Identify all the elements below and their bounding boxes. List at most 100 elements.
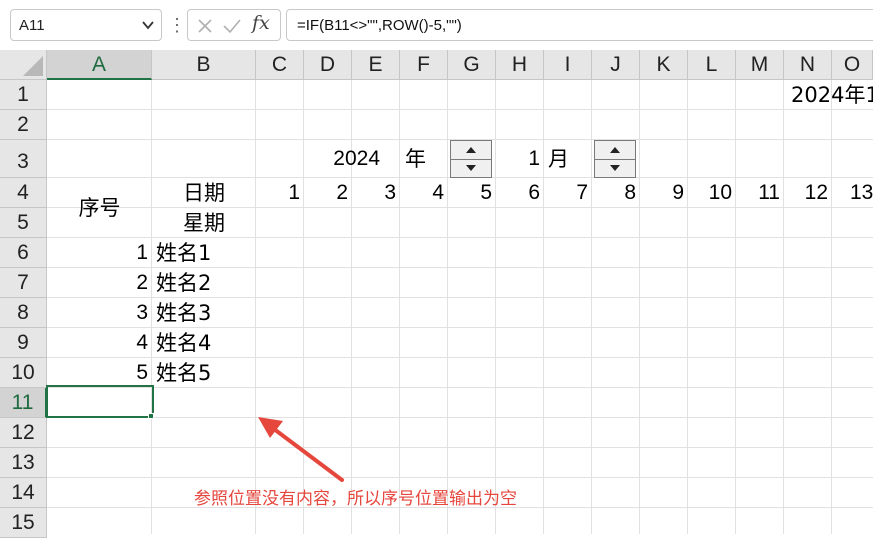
row-header-6[interactable]: 6: [0, 238, 47, 268]
index-cell[interactable]: 5: [47, 358, 148, 388]
more-options-icon[interactable]: ⋮: [168, 13, 186, 37]
insert-function-button[interactable]: fx: [252, 12, 270, 34]
triangle-down-icon: [610, 165, 620, 171]
day-number-cell[interactable]: 5: [448, 178, 492, 208]
day-number-cell[interactable]: 2: [304, 178, 348, 208]
month-spinner[interactable]: [594, 140, 636, 178]
column-header-k[interactable]: K: [640, 50, 688, 80]
cancel-icon[interactable]: [196, 17, 214, 35]
day-number-cell[interactable]: 8: [592, 178, 636, 208]
day-number-cell[interactable]: 7: [544, 178, 588, 208]
month-spin-down-button[interactable]: [595, 159, 635, 177]
column-header-e[interactable]: E: [352, 50, 400, 80]
gridline: [591, 80, 592, 534]
chevron-down-icon[interactable]: [141, 18, 155, 32]
gridline: [543, 80, 544, 534]
gridline: [735, 80, 736, 534]
column-header-c[interactable]: C: [256, 50, 304, 80]
month-spin-up-button[interactable]: [595, 141, 635, 160]
index-cell[interactable]: 3: [47, 298, 148, 328]
row-header-13[interactable]: 13: [0, 448, 47, 478]
name-cell[interactable]: 姓名5: [156, 358, 256, 388]
row-header-9[interactable]: 9: [0, 328, 47, 358]
gridline: [47, 477, 873, 478]
row-header-14[interactable]: 14: [0, 478, 47, 508]
row-header-2[interactable]: 2: [0, 110, 47, 140]
day-number-cell[interactable]: 11: [736, 178, 780, 208]
formula-bar: A11 ⋮ fx =IF(B11<>"",ROW()-5,""): [0, 0, 873, 50]
gridline: [47, 109, 873, 110]
name-cell[interactable]: 姓名4: [156, 328, 256, 358]
gridline: [399, 80, 400, 534]
column-header-b[interactable]: B: [152, 50, 256, 80]
gridline: [495, 80, 496, 534]
name-cell[interactable]: 姓名3: [156, 298, 256, 328]
select-all-corner[interactable]: [0, 50, 47, 80]
column-header-l[interactable]: L: [688, 50, 736, 80]
column-header-n[interactable]: N: [784, 50, 832, 80]
cell-n1-title[interactable]: 2024年1: [791, 80, 873, 110]
day-number-cell[interactable]: 9: [640, 178, 684, 208]
day-number-cell[interactable]: 10: [688, 178, 732, 208]
row-header-3[interactable]: 3: [0, 140, 47, 178]
annotation-text: 参照位置没有内容，所以序号位置输出为空: [194, 489, 517, 509]
index-cell[interactable]: 2: [47, 268, 148, 298]
row-header-11[interactable]: 11: [0, 388, 47, 418]
column-header-f[interactable]: F: [400, 50, 448, 80]
column-header-d[interactable]: D: [304, 50, 352, 80]
name-box-value: A11: [19, 17, 45, 34]
column-header-o[interactable]: O: [832, 50, 873, 80]
day-number-cell[interactable]: 1: [256, 178, 300, 208]
column-header-j[interactable]: J: [592, 50, 640, 80]
row-header-5[interactable]: 5: [0, 208, 47, 238]
gridline: [47, 417, 873, 418]
cell-b4-date-header[interactable]: 日期: [152, 178, 256, 208]
triangle-up-icon: [466, 147, 476, 153]
cell-i3-month[interactable]: 1: [500, 144, 540, 174]
cell-f3-year-label: 年: [405, 147, 426, 171]
cell-a4-index-header[interactable]: 序号: [47, 193, 152, 223]
row-header-12[interactable]: 12: [0, 418, 47, 448]
name-cell[interactable]: 姓名2: [156, 268, 256, 298]
check-icon[interactable]: [222, 17, 242, 35]
selected-cell-a11[interactable]: [46, 385, 154, 418]
gridline: [639, 80, 640, 534]
name-cell[interactable]: 姓名1: [156, 238, 256, 268]
day-number-cell[interactable]: 13: [850, 178, 873, 208]
cell-d3-year[interactable]: 2024: [304, 144, 380, 174]
formula-text: =IF(B11<>"",ROW()-5,""): [297, 17, 462, 34]
index-cell[interactable]: 1: [47, 238, 148, 268]
formula-input[interactable]: =IF(B11<>"",ROW()-5,""): [286, 9, 873, 41]
gridline: [151, 80, 152, 534]
column-header-m[interactable]: M: [736, 50, 784, 80]
day-number-cell[interactable]: 3: [352, 178, 396, 208]
column-header-a[interactable]: A: [47, 50, 152, 80]
annotation-arrow-icon: [258, 417, 344, 482]
day-number-cell[interactable]: 4: [400, 178, 444, 208]
index-cell[interactable]: 4: [47, 328, 148, 358]
gridline: [783, 80, 784, 534]
column-header-g[interactable]: G: [448, 50, 496, 80]
cell-b5-weekday-header[interactable]: 星期: [152, 208, 256, 238]
year-spin-down-button[interactable]: [451, 159, 491, 177]
gridline: [47, 447, 873, 448]
formula-buttons: fx: [187, 9, 281, 41]
column-header-i[interactable]: I: [544, 50, 592, 80]
fill-handle[interactable]: [148, 413, 154, 419]
name-box[interactable]: A11: [10, 9, 162, 41]
year-spinner[interactable]: [450, 140, 492, 178]
triangle-down-icon: [466, 165, 476, 171]
cell-j3-month-label: 月: [548, 147, 569, 171]
day-number-cell[interactable]: 12: [784, 178, 828, 208]
row-header-10[interactable]: 10: [0, 358, 47, 388]
day-number-cell[interactable]: 6: [496, 178, 540, 208]
row-header-7[interactable]: 7: [0, 268, 47, 298]
gridline: [831, 80, 832, 534]
gridline: [687, 80, 688, 534]
row-header-8[interactable]: 8: [0, 298, 47, 328]
row-header-1[interactable]: 1: [0, 80, 47, 110]
column-header-h[interactable]: H: [496, 50, 544, 80]
row-header-4[interactable]: 4: [0, 178, 47, 208]
year-spin-up-button[interactable]: [451, 141, 491, 160]
gridline: [447, 80, 448, 534]
